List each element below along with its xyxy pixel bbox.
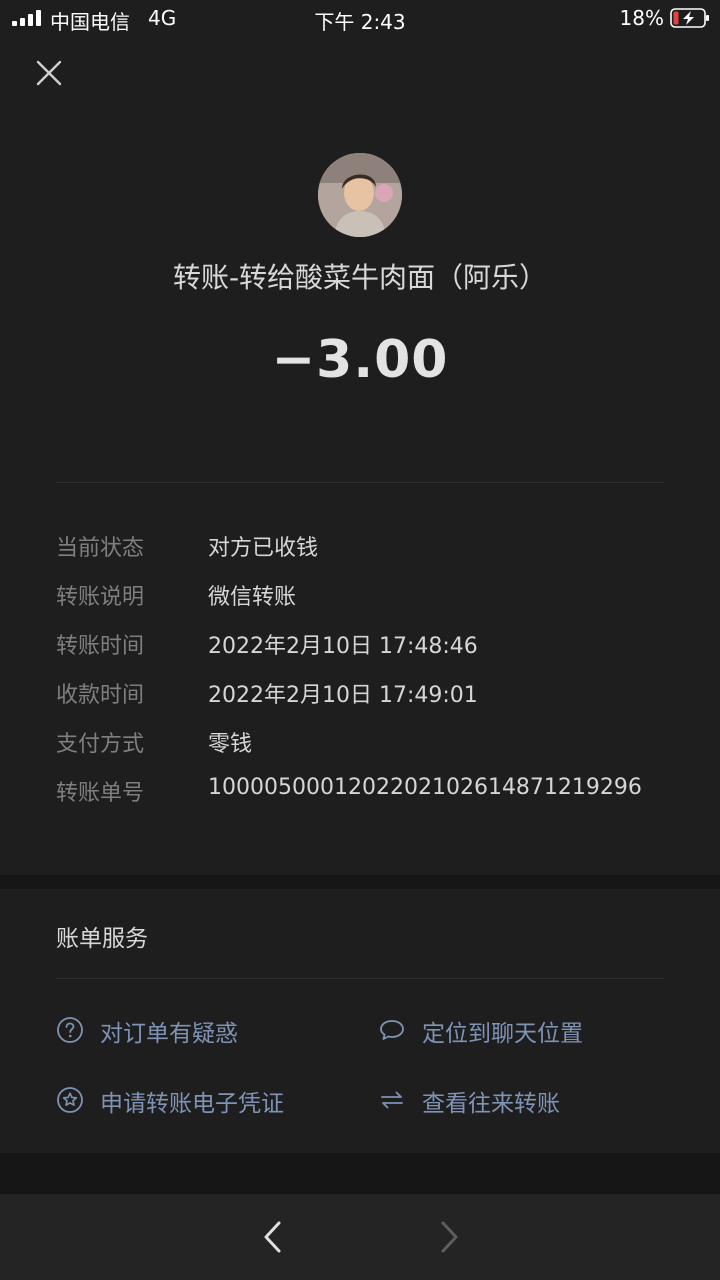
detail-value: 2022年2月10日 17:49:01 xyxy=(208,683,478,708)
chevron-right-icon[interactable] xyxy=(434,1218,464,1256)
detail-row-transaction-id: 转账单号 1000050001202202102614871219296 xyxy=(56,775,676,815)
order-question-label: 对订单有疑惑 xyxy=(100,1021,238,1047)
detail-value: 2022年2月10日 17:48:46 xyxy=(208,634,478,659)
view-transfers-label: 查看往来转账 xyxy=(422,1091,560,1117)
detail-label: 收款时间 xyxy=(56,683,145,708)
browser-nav-bar xyxy=(0,1194,720,1280)
detail-value: 零钱 xyxy=(208,732,253,757)
avatar[interactable] xyxy=(318,153,402,237)
status-time: 下午 2:43 xyxy=(314,10,406,34)
bill-services-panel: 账单服务 对订单有疑惑 定位到聊天位置 申请转账电子凭证 查看往来转账 xyxy=(0,889,720,1153)
detail-row-note: 转账说明 微信转账 xyxy=(56,579,676,619)
detail-label: 转账时间 xyxy=(56,634,145,659)
order-question-link[interactable]: 对订单有疑惑 xyxy=(56,1014,336,1050)
detail-row-transfer-time: 转账时间 2022年2月10日 17:48:46 xyxy=(56,628,676,668)
divider xyxy=(56,482,664,483)
close-icon[interactable] xyxy=(30,54,68,92)
detail-label: 支付方式 xyxy=(56,732,145,757)
battery-charging-icon xyxy=(670,8,709,28)
section-gap xyxy=(0,1153,720,1194)
exchange-icon xyxy=(381,1091,403,1109)
detail-label: 转账说明 xyxy=(56,585,145,610)
chat-bubble-icon xyxy=(380,1020,404,1040)
section-gap xyxy=(0,875,720,889)
request-receipt-label: 申请转账电子凭证 xyxy=(100,1091,284,1117)
question-icon xyxy=(57,1017,83,1043)
locate-chat-label: 定位到聊天位置 xyxy=(422,1021,583,1047)
divider xyxy=(56,978,664,979)
detail-row-receive-time: 收款时间 2022年2月10日 17:49:01 xyxy=(56,677,676,717)
locate-chat-link[interactable]: 定位到聊天位置 xyxy=(378,1014,668,1050)
detail-label: 当前状态 xyxy=(56,536,145,561)
transfer-amount: −3.00 xyxy=(271,330,449,390)
view-transfers-link[interactable]: 查看往来转账 xyxy=(378,1084,668,1120)
star-icon xyxy=(57,1087,83,1113)
battery-percent: 18% xyxy=(619,6,664,30)
chevron-left-icon[interactable] xyxy=(258,1218,288,1256)
request-receipt-link[interactable]: 申请转账电子凭证 xyxy=(56,1084,356,1120)
detail-row-payment-method: 支付方式 零钱 xyxy=(56,726,676,766)
bill-services-title: 账单服务 xyxy=(56,926,148,952)
detail-row-status: 当前状态 对方已收钱 xyxy=(56,530,676,570)
avatar-photo xyxy=(318,153,402,237)
detail-value: 微信转账 xyxy=(208,585,297,610)
detail-value[interactable]: 1000050001202202102614871219296 xyxy=(208,775,642,800)
detail-value: 对方已收钱 xyxy=(208,536,319,561)
transfer-title: 转账-转给酸菜牛肉面（阿乐） xyxy=(172,261,548,294)
detail-label: 转账单号 xyxy=(56,781,145,806)
status-bar: 中国电信 4G 下午 2:43 18% xyxy=(0,0,720,40)
